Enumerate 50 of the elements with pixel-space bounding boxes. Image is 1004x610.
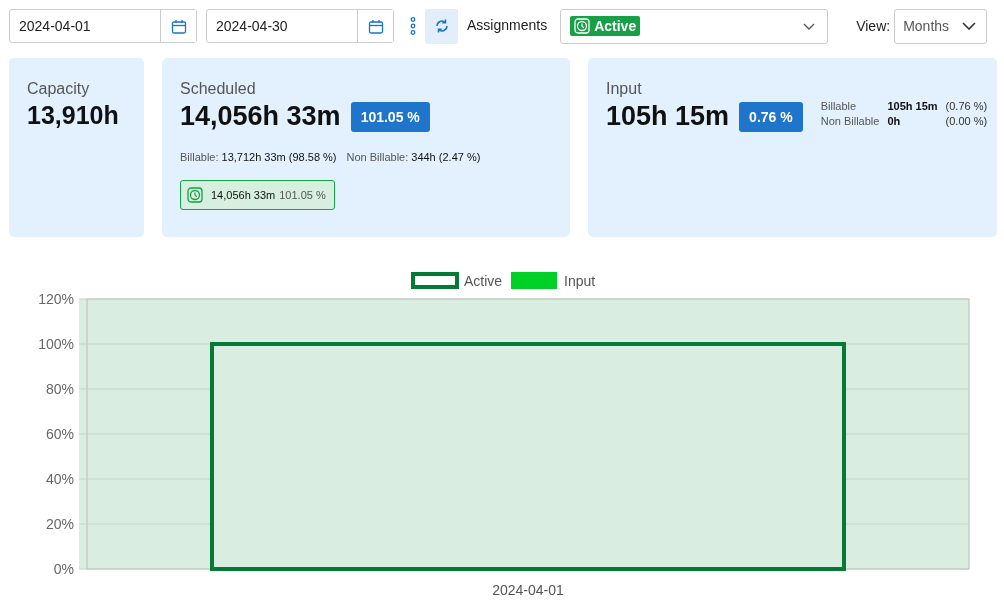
y-tick-label: 120% xyxy=(38,291,74,307)
kebab-icon xyxy=(410,17,416,35)
card-title: Capacity xyxy=(27,80,91,98)
chevron-down-icon xyxy=(962,22,977,30)
breakdown-value: 13,712h 33m (98.58 %) xyxy=(221,151,337,163)
refresh-button[interactable] xyxy=(425,8,458,44)
breakdown-value: 0h xyxy=(887,115,902,127)
clock-icon xyxy=(574,18,591,34)
date-field[interactable]: 2024-04-30 xyxy=(206,9,394,43)
clock-icon xyxy=(187,187,203,203)
percent-badge: 101.05 % xyxy=(350,101,430,132)
view-label: View: xyxy=(856,18,891,34)
status-tag: Active xyxy=(570,16,641,36)
legend-item: Input xyxy=(511,272,596,289)
breakdown-percent: (0.76 %) xyxy=(945,100,988,112)
card-value: 105h 15m xyxy=(606,101,730,132)
breakdown-label: Billable xyxy=(820,100,858,112)
date-field[interactable]: 2024-04-01 xyxy=(9,9,197,43)
breakdown-label: Billable: xyxy=(180,151,219,163)
legend-label: Input xyxy=(564,273,596,289)
y-tick-label: 40% xyxy=(45,471,74,487)
tag-percent: 101.05 % xyxy=(279,189,326,201)
y-tick-label: 20% xyxy=(45,516,74,532)
card-title: Input xyxy=(606,80,643,98)
breakdown-value: 344h (2.47 %) xyxy=(411,151,481,163)
calendar-button[interactable] xyxy=(160,10,196,42)
view-select[interactable]: Months xyxy=(894,8,988,44)
more-options-button[interactable] xyxy=(410,17,416,35)
assignments-label: Assignments xyxy=(467,17,548,33)
y-tick-label: 100% xyxy=(38,336,74,352)
calendar-icon xyxy=(367,18,384,34)
breakdown-label: Non Billable xyxy=(820,115,880,127)
percent-badge: 0.76 % xyxy=(739,101,803,132)
legend-item: Active xyxy=(411,272,503,289)
calendar-icon xyxy=(170,18,187,34)
card-title: Scheduled xyxy=(180,80,257,98)
refresh-icon xyxy=(433,18,450,34)
breakdown-label: Non Billable: xyxy=(346,151,409,163)
y-tick-label: 0% xyxy=(53,561,74,577)
y-tick-label: 60% xyxy=(45,426,74,442)
tag-value: 14,056h 33m xyxy=(211,189,276,201)
x-tick-label: 2024-04-01 xyxy=(492,582,564,598)
breakdown-percent: (0.00 %) xyxy=(945,115,988,127)
chevron-down-icon xyxy=(803,22,816,30)
card-value: 13,910h xyxy=(27,101,119,130)
calendar-button[interactable] xyxy=(357,10,393,42)
breakdown-value: 105h 15m xyxy=(887,100,938,112)
y-tick-label: 80% xyxy=(45,381,74,397)
card-value: 14,056h 33m xyxy=(180,101,341,132)
legend-label: Active xyxy=(464,273,503,289)
